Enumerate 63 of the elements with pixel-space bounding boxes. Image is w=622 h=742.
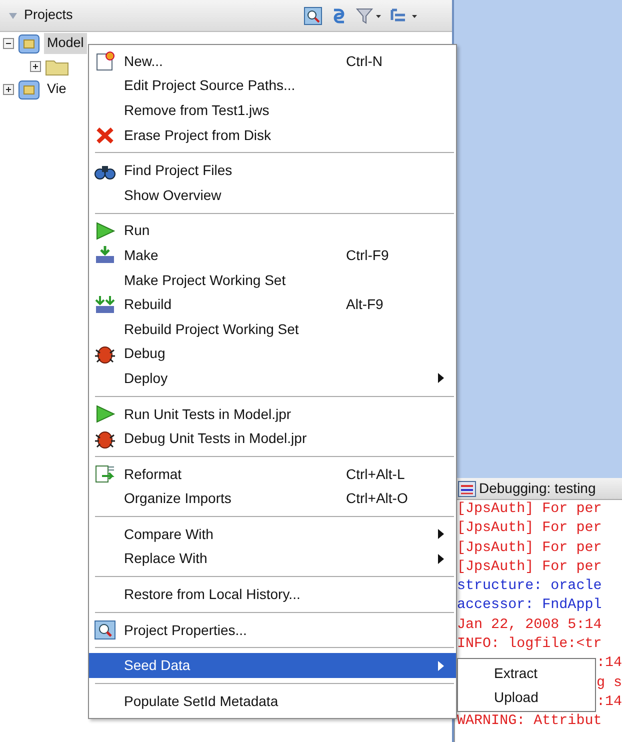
project-folder-icon — [18, 34, 40, 54]
submenu-arrow-icon — [438, 529, 444, 540]
make-icon — [94, 245, 116, 266]
play-icon — [94, 404, 116, 424]
menu-item[interactable]: Rebuild Project Working Set — [89, 316, 456, 342]
menu-item[interactable]: Rebuild Alt-F9 — [89, 292, 456, 317]
expand-icon[interactable] — [30, 61, 41, 72]
menu-item[interactable]: Upload — [458, 685, 595, 709]
reformat-icon — [94, 464, 116, 484]
menu-item[interactable]: Deploy — [89, 366, 456, 391]
menu-item[interactable]: Find Project Files — [89, 158, 456, 183]
filter-icon[interactable] — [356, 6, 382, 24]
expand-icon[interactable] — [3, 84, 14, 95]
submenu-arrow-icon — [438, 660, 444, 671]
bug-icon — [94, 344, 116, 364]
log-line: [JpsAuth] For per — [456, 500, 603, 519]
menu-item[interactable]: Show Overview — [89, 182, 456, 208]
menu-item[interactable]: Debug Unit Tests in Model.jpr — [89, 426, 456, 451]
menu-item[interactable]: Make Ctrl-F9 — [89, 243, 456, 268]
log-line: INFO: logfile:<tr — [456, 635, 603, 654]
new-document-icon — [94, 51, 116, 72]
menu-item[interactable]: Run — [89, 218, 456, 244]
menu-item[interactable]: Erase Project from Disk — [89, 122, 456, 148]
log-line: accessor: FndAppl — [456, 596, 603, 616]
tree-item[interactable]: Model — [44, 33, 87, 54]
log-line: [JpsAuth] For per — [456, 558, 603, 577]
menu-item[interactable]: Project Properties... — [89, 618, 456, 642]
bug-icon — [94, 428, 116, 449]
menu-item[interactable]: Remove from Test1.jws — [89, 98, 456, 123]
menu-item[interactable]: Seed Data — [89, 653, 456, 678]
rebuild-icon — [94, 294, 116, 315]
log-line: g s — [595, 674, 622, 693]
panel-title: Projects — [24, 6, 73, 24]
menu-item[interactable]: Edit Project Source Paths... — [89, 74, 456, 98]
collapse-icon[interactable] — [3, 38, 14, 49]
menu-item[interactable]: Run Unit Tests in Model.jpr — [89, 402, 456, 426]
submenu-arrow-icon — [438, 554, 444, 564]
menu-item[interactable]: Restore from Local History... — [89, 582, 456, 607]
play-icon — [94, 220, 116, 241]
properties-icon — [94, 620, 116, 640]
log-line: Jan 22, 2008 5:14 — [456, 616, 603, 635]
menu-item[interactable]: Populate SetId Metadata — [89, 689, 456, 714]
log-line: [JpsAuth] For per — [456, 519, 603, 538]
log-line: [JpsAuth] For per — [456, 538, 603, 558]
menu-item[interactable]: Organize Imports Ctrl+Alt-O — [89, 486, 456, 512]
log-line: :14 — [595, 654, 622, 674]
menu-item[interactable]: Reformat Ctrl+Alt-L — [89, 462, 456, 486]
console-icon — [458, 480, 476, 496]
tree-view-icon[interactable] — [390, 6, 418, 24]
menu-item[interactable]: Debug — [89, 342, 456, 366]
cross-icon — [94, 125, 116, 146]
submenu-arrow-icon — [438, 373, 444, 384]
menu-item[interactable]: Make Project Working Set — [89, 268, 456, 292]
menu-item[interactable]: Replace With — [89, 546, 456, 572]
tree-item[interactable]: Vie — [44, 79, 70, 100]
log-line: WARNING: Attribut — [456, 712, 603, 732]
log-line: structure: oracle — [456, 577, 603, 596]
search-icon[interactable] — [304, 6, 322, 24]
menu-item[interactable]: New... Ctrl-N — [89, 49, 456, 74]
project-folder-icon — [18, 80, 40, 100]
menu-item[interactable]: Extract — [458, 661, 595, 685]
log-line: :14 — [595, 692, 622, 712]
menu-item[interactable]: Compare With — [89, 522, 456, 547]
